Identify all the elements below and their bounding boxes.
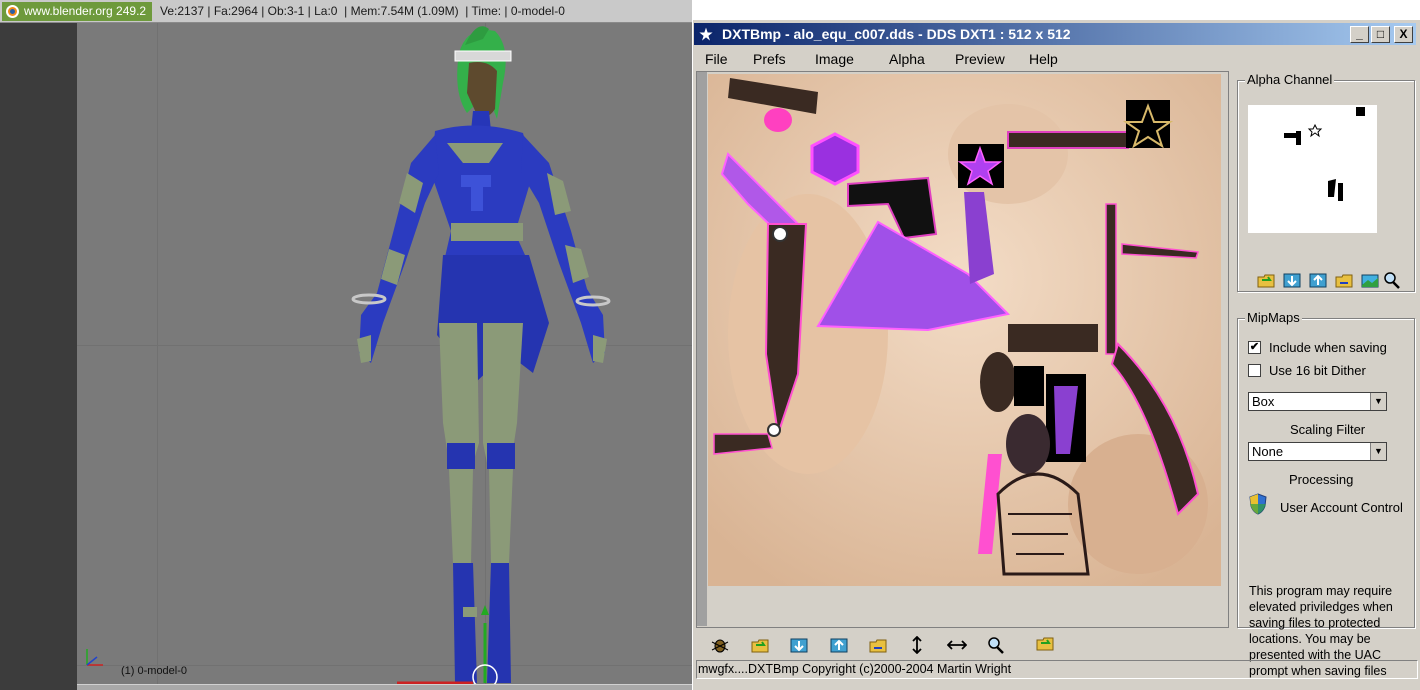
blender-info-header: www.blender.org 249.2 Ve:2137 | Fa:2964 … [0, 0, 692, 23]
close-button[interactable]: X [1394, 26, 1413, 43]
window-title: DXTBmp - alo_equ_c007.dds - DDS DXT1 : 5… [722, 26, 1071, 42]
3d-viewport[interactable]: (1) 0-model-0 [77, 23, 692, 685]
bug-icon[interactable] [710, 636, 730, 654]
maximize-button[interactable]: □ [1371, 26, 1390, 43]
scene-stats: Ve:2137 | Fa:2964 | Ob:3-1 | La:0 | Mem:… [160, 4, 565, 18]
open-folder-icon[interactable] [1035, 634, 1055, 652]
filter-select[interactable]: Box ▼ [1248, 392, 1387, 411]
menu-bar: File Prefs Image Alpha Preview Help [693, 48, 1420, 70]
alpha-preview[interactable] [1248, 105, 1377, 233]
menu-help[interactable]: Help [1029, 51, 1058, 67]
menu-file[interactable]: File [705, 51, 728, 67]
export-alpha-icon[interactable] [1334, 271, 1354, 289]
app-icon [697, 25, 715, 43]
blender-url: www.blender.org 249.2 [24, 4, 147, 18]
scaling-filter-select[interactable]: None ▼ [1248, 442, 1387, 461]
use-16bit-dither-checkbox[interactable] [1248, 364, 1261, 377]
chevron-down-icon[interactable]: ▼ [1370, 443, 1386, 460]
flip-horizontal-icon[interactable] [947, 636, 967, 654]
status-bar: mwgfx....DXTBmp Copyright (c)2000-2004 M… [696, 660, 1418, 679]
include-when-saving-label: Include when saving [1269, 340, 1387, 355]
blender-logo-icon [6, 5, 19, 18]
open-alpha-icon[interactable] [1256, 271, 1276, 289]
mipmaps-label: MipMaps [1245, 310, 1302, 325]
use-16bit-dither-label: Use 16 bit Dither [1269, 363, 1366, 378]
import-icon[interactable] [829, 636, 849, 654]
mipmaps-group: MipMaps ✔ Include when saving Use 16 bit… [1237, 310, 1415, 628]
view-alpha-icon[interactable] [1360, 271, 1380, 289]
main-toolbar [696, 631, 1229, 659]
dxtbmp-window: DXTBmp - alo_equ_c007.dds - DDS DXT1 : 5… [692, 20, 1420, 690]
viewport-header[interactable] [77, 684, 692, 690]
grid-line [157, 23, 158, 685]
character-model[interactable] [327, 23, 627, 685]
import-alpha-icon[interactable] [1308, 271, 1328, 289]
texture-canvas [708, 74, 1221, 586]
chevron-down-icon[interactable]: ▼ [1370, 393, 1386, 410]
side-panel: Alpha Channel MipMaps ✔ Include when sav… [1233, 71, 1419, 678]
uac-title: User Account Control [1280, 500, 1403, 515]
uac-shield-icon [1249, 493, 1267, 515]
alpha-channel-group: Alpha Channel [1237, 72, 1415, 293]
save-alpha-icon[interactable] [1282, 271, 1302, 289]
include-when-saving-checkbox[interactable]: ✔ [1248, 341, 1261, 354]
blender-logo-button[interactable]: www.blender.org 249.2 [2, 2, 152, 21]
export-icon[interactable] [868, 636, 888, 654]
vertical-scrollbar[interactable] [697, 72, 707, 626]
filter-select-value: Box [1252, 394, 1275, 409]
scaling-filter-label: Scaling Filter [1290, 422, 1366, 437]
processing-label: Processing [1289, 472, 1354, 487]
title-bar[interactable]: DXTBmp - alo_equ_c007.dds - DDS DXT1 : 5… [694, 23, 1416, 45]
alpha-channel-label: Alpha Channel [1245, 72, 1335, 87]
object-name-label: (1) 0-model-0 [121, 665, 188, 677]
zoom-alpha-icon[interactable] [1382, 271, 1402, 289]
blender-left-panel [0, 23, 77, 690]
minimize-button[interactable]: _ [1350, 26, 1369, 43]
alpha-toolbar [1256, 271, 1406, 293]
blender-window: www.blender.org 249.2 Ve:2137 | Fa:2964 … [0, 0, 692, 690]
save-file-icon[interactable] [789, 636, 809, 654]
open-file-icon[interactable] [750, 636, 770, 654]
axis-gizmo-icon [86, 649, 103, 666]
menu-preview[interactable]: Preview [955, 51, 1005, 67]
texture-image[interactable] [708, 74, 1221, 586]
flip-vertical-icon[interactable] [907, 636, 927, 654]
zoom-icon[interactable] [986, 636, 1006, 654]
menu-image[interactable]: Image [815, 51, 854, 67]
menu-prefs[interactable]: Prefs [753, 51, 786, 67]
menu-alpha[interactable]: Alpha [889, 51, 925, 67]
scaling-filter-value: None [1252, 444, 1284, 459]
